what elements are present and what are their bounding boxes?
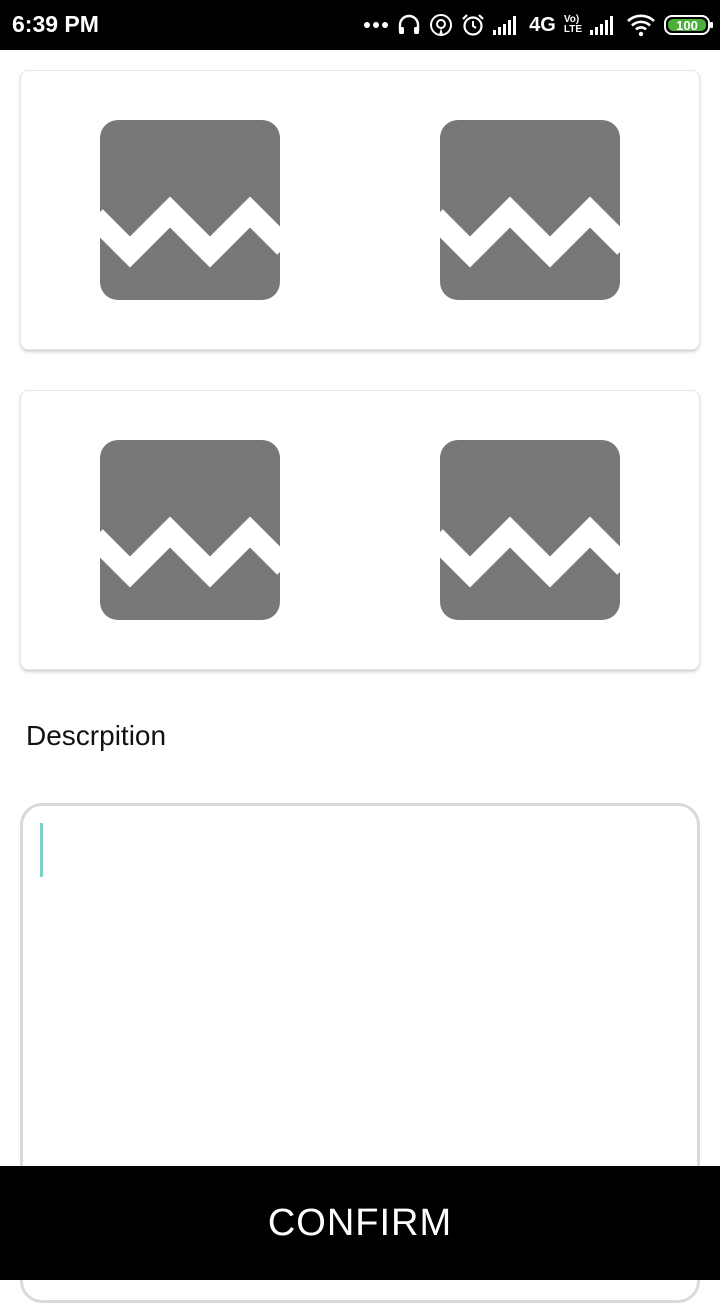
- more-dots-icon: [364, 22, 389, 28]
- description-label: Descrpition: [26, 720, 167, 751]
- text-cursor: [40, 823, 43, 877]
- headphones-icon: [398, 14, 420, 34]
- status-icons: 4G Vo) LTE 100: [363, 10, 713, 40]
- volte-indicator: Vo) LTE: [564, 15, 582, 35]
- broken-image-icon: [87, 440, 293, 620]
- battery-icon: 100: [664, 15, 713, 35]
- hotspot-icon: [430, 14, 453, 36]
- status-time: 6:39 PM: [12, 11, 99, 37]
- image-slot-3[interactable]: [87, 440, 293, 620]
- wifi-icon: [627, 14, 655, 37]
- image-slot-1[interactable]: [87, 120, 293, 300]
- broken-image-icon: [427, 440, 633, 620]
- image-card-2: [20, 390, 700, 670]
- image-slot-4[interactable]: [427, 440, 633, 620]
- image-card-1: [20, 70, 700, 350]
- broken-image-icon: [427, 120, 633, 300]
- network-type: 4G: [529, 13, 556, 36]
- status-bar: 6:39 PM 4G Vo) LTE 100: [0, 0, 720, 50]
- volte-bottom: LTE: [563, 24, 582, 35]
- image-slot-2[interactable]: [427, 120, 633, 300]
- broken-image-icon: [87, 120, 293, 300]
- confirm-button[interactable]: CONFIRM: [0, 1166, 720, 1280]
- signal-icon: [590, 16, 613, 35]
- battery-tip: [710, 22, 713, 28]
- alarm-icon: [462, 14, 484, 36]
- battery-level: 100: [676, 17, 698, 33]
- signal-icon: [493, 16, 517, 35]
